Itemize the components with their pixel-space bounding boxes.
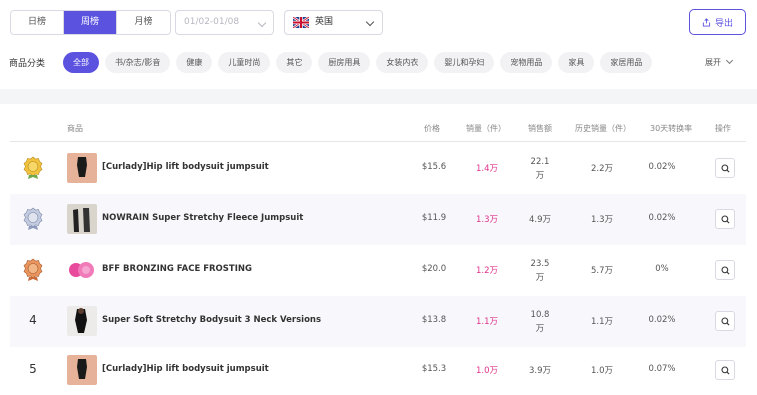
product-name[interactable]: BFF BRONZING FACE FROSTING	[102, 264, 252, 274]
history-sales-value: 2.2万	[590, 164, 614, 174]
chevron-down-icon	[365, 17, 375, 27]
sales-value: 1.1万	[475, 317, 499, 327]
product-thumbnail[interactable]	[67, 306, 97, 336]
table-row: BFF BRONZING FACE FROSTING $20.0 1.2万 23…	[10, 245, 746, 296]
sales-value: 1.0万	[475, 366, 499, 376]
search-icon	[721, 266, 730, 275]
search-button[interactable]	[715, 158, 735, 178]
expand-button[interactable]: 展开	[705, 56, 734, 68]
uk-flag-icon	[293, 17, 309, 28]
rank-number: 4	[29, 313, 37, 327]
expand-label: 展开	[705, 58, 721, 67]
search-button[interactable]	[715, 311, 735, 331]
section-divider	[0, 89, 757, 104]
table-row: 4 Super Soft Stretchy Bodysuit 3 Neck Ve…	[10, 296, 746, 347]
period-tabs: 日榜 周榜 月榜	[10, 10, 171, 35]
conversion-value: 0.02%	[648, 213, 676, 223]
price-value: $20.0	[421, 264, 447, 274]
search-icon	[721, 317, 730, 326]
conversion-value: 0.02%	[648, 315, 676, 325]
price-value: $15.6	[421, 162, 447, 172]
category-chip-home[interactable]: 家居用品	[600, 52, 653, 73]
history-sales-value: 1.3万	[590, 215, 614, 225]
rank-gold-badge-icon	[23, 156, 43, 179]
header-product: 商品	[67, 124, 83, 133]
export-label: 导出	[714, 18, 733, 29]
category-chip-other[interactable]: 其它	[276, 52, 313, 73]
rank-number: 5	[29, 362, 37, 376]
conversion-value: 0.02%	[648, 162, 676, 172]
date-range-value: 01/02-01/08	[184, 17, 240, 27]
price-value: $13.8	[421, 315, 447, 325]
date-range-select[interactable]: 01/02-01/08	[175, 10, 274, 35]
category-chip-pet[interactable]: 宠物用品	[500, 52, 553, 73]
search-icon	[721, 215, 730, 224]
sales-value: 1.3万	[475, 215, 499, 225]
header-action: 操作	[715, 124, 731, 133]
category-label: 商品分类	[9, 59, 46, 69]
search-icon	[721, 366, 730, 375]
header-conversion: 30天转换率	[650, 124, 693, 133]
category-chip-all[interactable]: 全部	[63, 52, 99, 73]
tab-monthly[interactable]: 月榜	[117, 11, 170, 34]
category-chip-kids-fashion[interactable]: 儿童时尚	[218, 52, 271, 73]
header-price: 价格	[424, 124, 440, 133]
country-label: 英国	[315, 17, 334, 27]
conversion-value: 0.07%	[648, 364, 676, 374]
sales-value: 1.2万	[475, 266, 499, 276]
history-sales-value: 5.7万	[590, 266, 614, 276]
search-icon	[721, 164, 730, 173]
product-name[interactable]: Super Soft Stretchy Bodysuit 3 Neck Vers…	[102, 315, 321, 325]
table-row: NOWRAIN Super Stretchy Fleece Jumpsuit $…	[10, 194, 746, 245]
revenue-value: 22.1 万	[530, 157, 550, 181]
search-button[interactable]	[715, 260, 735, 280]
revenue-value: 10.8 万	[530, 310, 550, 334]
table-header: 商品 价格 销量（件） 销售额 历史销量（件） 30天转换率 操作	[10, 116, 746, 142]
export-button[interactable]: 导出	[689, 9, 746, 35]
product-thumbnail[interactable]	[67, 204, 97, 234]
category-chip-kitchen[interactable]: 厨房用具	[318, 52, 371, 73]
product-name[interactable]: NOWRAIN Super Stretchy Fleece Jumpsuit	[102, 213, 303, 223]
header-revenue: 销售额	[528, 124, 552, 133]
price-value: $11.9	[421, 213, 447, 223]
revenue-value: 23.5 万	[530, 259, 550, 283]
product-name[interactable]: [Curlady]Hip lift bodysuit jumpsuit	[102, 364, 269, 374]
revenue-value: 4.9万	[528, 215, 552, 225]
category-chip-baby-maternity[interactable]: 婴儿和孕妇	[434, 52, 495, 73]
search-button[interactable]	[715, 360, 735, 380]
table-row: [Curlady]Hip lift bodysuit jumpsuit $15.…	[10, 143, 746, 194]
revenue-value: 3.9万	[528, 366, 552, 376]
product-name[interactable]: [Curlady]Hip lift bodysuit jumpsuit	[102, 162, 269, 172]
product-thumbnail[interactable]	[67, 153, 97, 183]
export-icon	[702, 17, 711, 27]
history-sales-value: 1.1万	[590, 317, 614, 327]
category-chip-womens-underwear[interactable]: 女装内衣	[376, 52, 429, 73]
chevron-down-icon	[725, 56, 734, 65]
product-thumbnail[interactable]	[67, 255, 97, 285]
category-filter: 商品分类 全部 书/杂志/影音 健康 儿童时尚 其它 厨房用具 女装内衣 婴儿和…	[0, 50, 757, 76]
tab-daily[interactable]: 日榜	[11, 11, 64, 34]
header-history: 历史销量（件）	[575, 124, 631, 133]
conversion-value: 0%	[655, 264, 669, 274]
header-sales: 销量（件）	[466, 124, 506, 133]
category-chip-books[interactable]: 书/杂志/影音	[105, 52, 171, 73]
category-chips: 全部 书/杂志/影音 健康 儿童时尚 其它 厨房用具 女装内衣 婴儿和孕妇 宠物…	[63, 52, 653, 73]
rank-silver-badge-icon	[23, 207, 43, 230]
chevron-down-icon	[257, 18, 267, 28]
price-value: $15.3	[421, 364, 447, 374]
tab-weekly[interactable]: 周榜	[64, 11, 117, 34]
toolbar: 日榜 周榜 月榜 01/02-01/08 英国 导出	[0, 0, 757, 46]
product-thumbnail[interactable]	[67, 355, 97, 385]
category-chip-furniture[interactable]: 家具	[558, 52, 595, 73]
country-select[interactable]: 英国	[284, 10, 383, 35]
category-chip-health[interactable]: 健康	[176, 52, 213, 73]
history-sales-value: 1.0万	[590, 366, 614, 376]
table-row: 5 [Curlady]Hip lift bodysuit jumpsuit $1…	[10, 345, 746, 395]
search-button[interactable]	[715, 209, 735, 229]
rank-bronze-badge-icon	[23, 258, 43, 281]
sales-value: 1.4万	[475, 164, 499, 174]
